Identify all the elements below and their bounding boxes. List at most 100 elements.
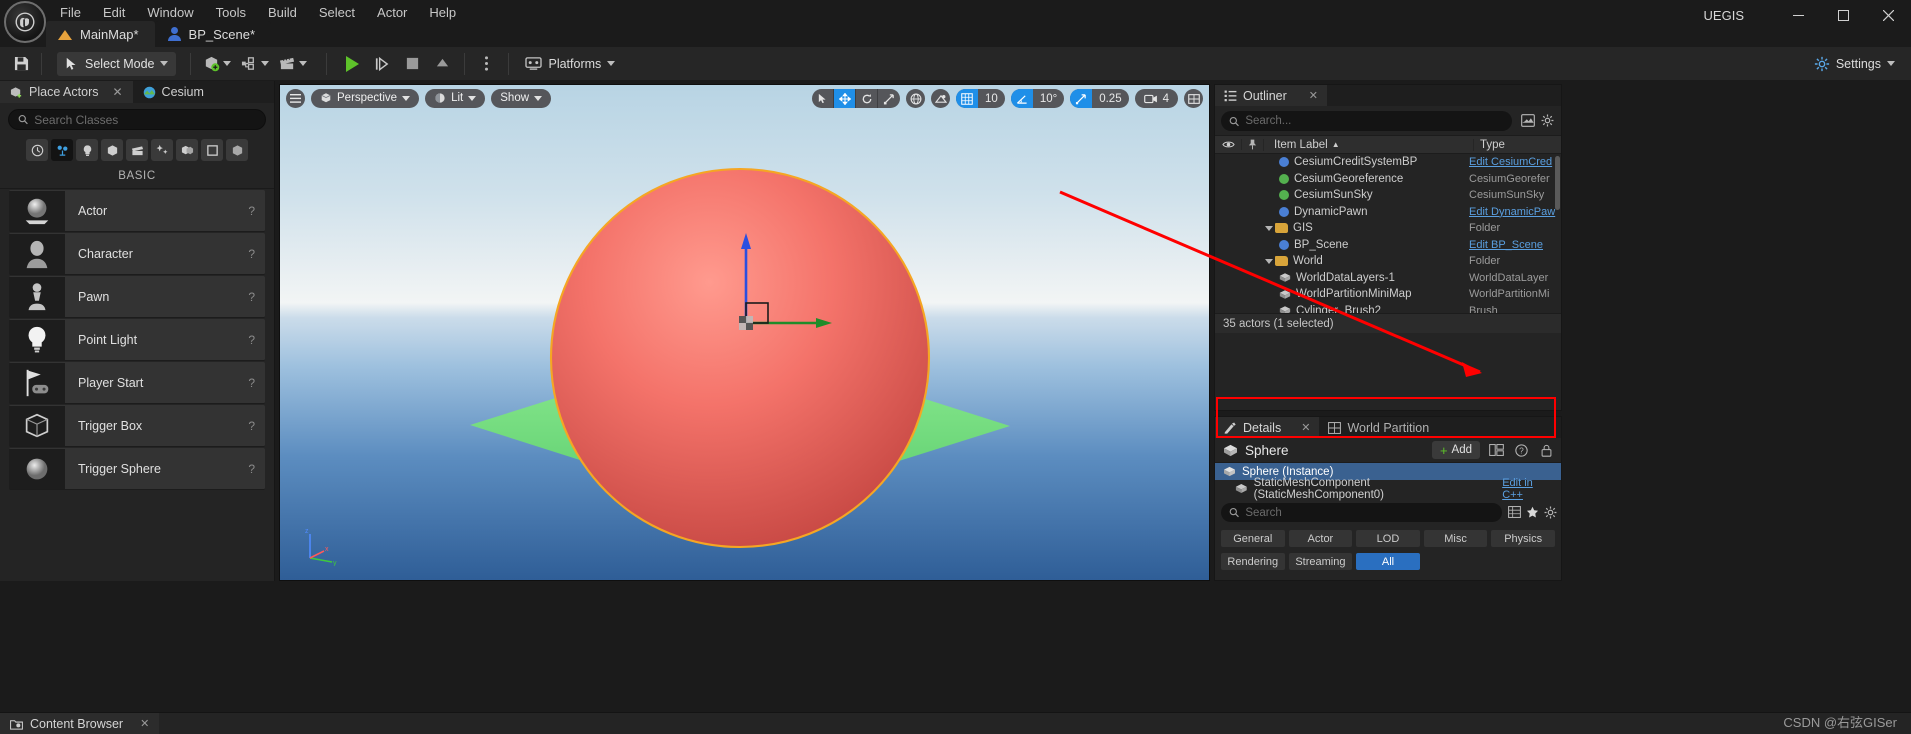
grid-snap-icon[interactable] xyxy=(956,89,979,108)
help-icon[interactable]: ? xyxy=(248,462,265,476)
table-row[interactable]: WorldDataLayers-1 WorldDataLayer xyxy=(1215,270,1561,287)
table-row[interactable]: DynamicPawn Edit DynamicPaw xyxy=(1215,204,1561,221)
table-row[interactable]: WorldPartitionMiniMap WorldPartitionMi xyxy=(1215,286,1561,303)
visual-effects-icon[interactable] xyxy=(151,139,173,161)
outliner-scrollbar[interactable] xyxy=(1555,156,1560,210)
cinematic-icon[interactable] xyxy=(126,139,148,161)
stop-button[interactable] xyxy=(398,52,426,76)
details-search-input[interactable] xyxy=(1245,506,1494,519)
filter-misc[interactable]: Misc xyxy=(1423,530,1488,547)
details-search-box[interactable] xyxy=(1221,503,1502,522)
add-content-button[interactable] xyxy=(198,52,236,76)
search-classes-box[interactable] xyxy=(8,109,266,130)
column-label-header[interactable]: Item Label ▲ xyxy=(1263,138,1473,151)
menu-help[interactable]: Help xyxy=(418,2,467,23)
show-menu-dropdown[interactable]: Show xyxy=(491,88,552,108)
column-visibility-header[interactable] xyxy=(1215,140,1241,149)
basic-icon[interactable] xyxy=(51,139,73,161)
chevron-expanded-icon-2[interactable] xyxy=(1265,258,1273,264)
close-icon-details[interactable]: ✕ xyxy=(1301,421,1310,434)
menu-edit[interactable]: Edit xyxy=(92,2,136,23)
outliner-row-type[interactable]: Edit BP_Scene xyxy=(1469,239,1561,251)
list-item[interactable]: Point Light ? xyxy=(9,319,265,361)
play-button[interactable] xyxy=(338,52,366,76)
help-icon[interactable]: ? xyxy=(248,376,265,390)
tab-outliner[interactable]: Outliner ✕ xyxy=(1215,85,1327,106)
tab-place-actors[interactable]: Place Actors ✕ xyxy=(0,81,133,103)
table-row[interactable]: CesiumGeoreference CesiumGeorefer xyxy=(1215,171,1561,188)
rotation-snap-control[interactable]: 10° xyxy=(1010,89,1065,108)
tab-bp-scene[interactable]: BP_Scene* xyxy=(154,21,272,47)
scale-snap-value[interactable]: 0.25 xyxy=(1092,93,1128,105)
world-coordinate-button[interactable] xyxy=(906,89,926,108)
rotation-snap-value[interactable]: 10° xyxy=(1033,93,1064,105)
tab-world-partition[interactable]: World Partition xyxy=(1319,417,1439,438)
scale-snap-icon[interactable] xyxy=(1070,89,1093,108)
help-icon[interactable]: ? xyxy=(248,419,265,433)
help-icon[interactable]: ? xyxy=(248,333,265,347)
menu-build[interactable]: Build xyxy=(257,2,308,23)
close-icon-outliner[interactable]: ✕ xyxy=(1309,89,1318,102)
help-icon[interactable]: ? xyxy=(248,290,265,304)
list-item[interactable]: Actor ? xyxy=(9,190,265,232)
rotate-tool-button[interactable] xyxy=(856,89,879,108)
table-row[interactable]: BP_Scene Edit BP_Scene xyxy=(1215,237,1561,254)
rotation-snap-icon[interactable] xyxy=(1010,89,1033,108)
grid-view-icon[interactable] xyxy=(1508,506,1521,518)
list-item[interactable]: Character ? xyxy=(9,233,265,275)
filter-actor[interactable]: Actor xyxy=(1288,530,1353,547)
select-tool-button[interactable] xyxy=(812,89,835,108)
filter-lod[interactable]: LOD xyxy=(1356,530,1420,547)
search-classes-input[interactable] xyxy=(34,112,256,127)
scale-snap-control[interactable]: 0.25 xyxy=(1070,89,1129,108)
grid-snap-control[interactable]: 10 xyxy=(956,89,1005,108)
close-icon[interactable]: ✕ xyxy=(112,85,122,99)
play-options-button[interactable] xyxy=(472,52,500,76)
filter-general[interactable]: General xyxy=(1221,530,1285,547)
minimize-button[interactable] xyxy=(1776,0,1821,30)
shapes-icon[interactable] xyxy=(101,139,123,161)
outliner-tree[interactable]: CesiumCreditSystemBP Edit CesiumCred Ces… xyxy=(1215,154,1561,313)
help-icon[interactable]: ? xyxy=(248,204,265,218)
menu-window[interactable]: Window xyxy=(136,2,204,23)
table-row[interactable]: CesiumCreditSystemBP Edit CesiumCred xyxy=(1215,154,1561,171)
column-pin-header[interactable] xyxy=(1241,139,1263,150)
grid-snap-value[interactable]: 10 xyxy=(978,93,1005,105)
camera-speed-control[interactable]: 4 xyxy=(1134,89,1178,108)
tab-mainmap[interactable]: MainMap* xyxy=(46,21,155,47)
close-icon-content-browser[interactable]: ✕ xyxy=(140,717,149,730)
scale-tool-button[interactable] xyxy=(878,89,900,108)
list-item[interactable]: Trigger Sphere ? xyxy=(9,448,265,490)
menu-actor[interactable]: Actor xyxy=(366,2,418,23)
platforms-dropdown[interactable]: Platforms xyxy=(516,52,624,76)
favorite-star-icon[interactable] xyxy=(1526,506,1539,518)
outliner-settings-icon[interactable] xyxy=(1541,114,1554,127)
skip-frame-button[interactable] xyxy=(368,52,396,76)
viewport-layout-button[interactable] xyxy=(1184,89,1203,108)
surface-snap-button[interactable] xyxy=(931,89,951,108)
maximize-button[interactable] xyxy=(1821,0,1866,30)
edit-in-cpp-link[interactable]: Edit in C++ xyxy=(1502,477,1561,501)
lock-icon-details[interactable] xyxy=(1537,441,1555,459)
select-mode-dropdown[interactable]: Select Mode xyxy=(57,51,177,76)
column-type-header[interactable]: Type xyxy=(1473,138,1561,151)
table-row[interactable]: CesiumSunSky CesiumSunSky xyxy=(1215,187,1561,204)
move-tool-button[interactable] xyxy=(834,89,857,108)
camera-mode-dropdown[interactable]: Perspective xyxy=(311,88,420,108)
hamburger-icon[interactable] xyxy=(286,88,305,108)
list-item[interactable]: Trigger Box ? xyxy=(9,405,265,447)
all-classes-icon[interactable] xyxy=(226,139,248,161)
table-row[interactable]: Cylinder_Brush2 Brush xyxy=(1215,303,1561,313)
list-item[interactable]: Player Start ? xyxy=(9,362,265,404)
lights-icon[interactable] xyxy=(76,139,98,161)
geometry-icon[interactable] xyxy=(176,139,198,161)
filter-streaming[interactable]: Streaming xyxy=(1288,553,1353,570)
add-component-button[interactable]: + Add xyxy=(1431,441,1480,459)
list-item[interactable]: Pawn ? xyxy=(9,276,265,318)
filter-rendering[interactable]: Rendering xyxy=(1221,553,1285,570)
outliner-search-box[interactable] xyxy=(1221,111,1512,131)
help-icon[interactable]: ? xyxy=(248,247,265,261)
outliner-row-type[interactable]: Edit CesiumCred xyxy=(1469,156,1561,168)
component-row-staticmesh[interactable]: StaticMeshComponent (StaticMeshComponent… xyxy=(1215,477,1561,501)
close-button[interactable] xyxy=(1866,0,1911,30)
